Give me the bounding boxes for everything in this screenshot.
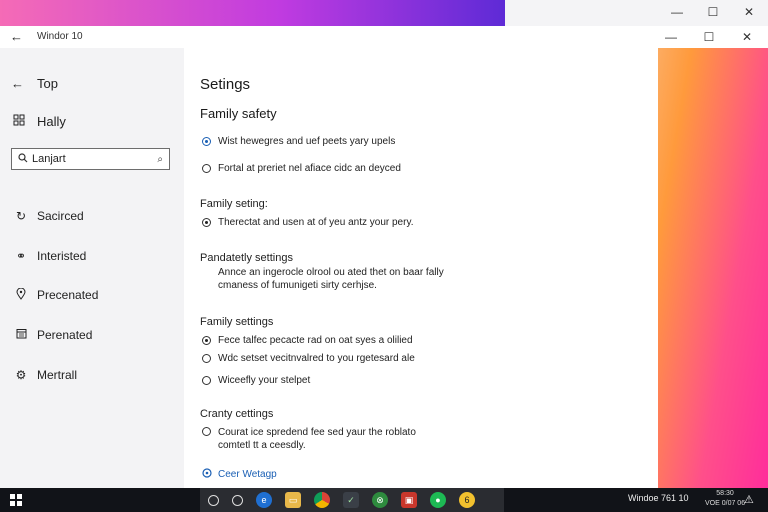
section-description: Annce an ingerocle olrool ou ated thet o… bbox=[218, 266, 444, 292]
location-icon bbox=[15, 287, 27, 303]
minimize-button[interactable]: — bbox=[662, 29, 680, 45]
help-link-label: Ceer Wetagp bbox=[218, 469, 277, 480]
radio-selected[interactable] bbox=[202, 137, 211, 146]
radio-label: Wist hewegres and uef peets yary upels bbox=[218, 136, 396, 147]
section-heading-family-settings: Family settings bbox=[200, 316, 274, 328]
radio-option[interactable]: Therectat and usen at of yeu antz your p… bbox=[202, 217, 413, 228]
radio-label: Fortal at preriet nel afiace cidc an dey… bbox=[218, 163, 401, 174]
gear-icon: ⚙ bbox=[15, 367, 27, 382]
calendar-icon bbox=[15, 328, 27, 342]
radio-option[interactable]: Wist hewegres and uef peets yary upels bbox=[202, 136, 395, 147]
sidebar-item-label: Interisted bbox=[37, 248, 87, 263]
link-icon: ⚭ bbox=[15, 248, 27, 263]
page-title: Setings bbox=[200, 76, 251, 93]
edge-browser-icon[interactable]: e bbox=[256, 492, 272, 508]
notification-icon[interactable]: ⚠ bbox=[744, 493, 754, 506]
radio-option[interactable]: Wdc setset vecitnvalred to you rgetesard… bbox=[202, 353, 415, 364]
sidebar-item-label: Sacirced bbox=[37, 208, 84, 223]
titlebar-back-icon[interactable]: ← bbox=[10, 29, 23, 44]
radio-option[interactable]: Fortal at preriet nel afiace cidc an dey… bbox=[202, 163, 401, 174]
help-icon bbox=[202, 468, 212, 481]
section-heading-pandatetly: Pandatetly settings bbox=[200, 252, 293, 264]
radio-unselected[interactable] bbox=[202, 427, 211, 436]
sidebar-item-precenated[interactable]: Precenated bbox=[15, 275, 98, 315]
task-view-icon[interactable] bbox=[232, 494, 243, 506]
window-title: Windor 10 bbox=[37, 31, 83, 42]
sidebar-item-label: Precenated bbox=[37, 288, 99, 303]
outer-maximize-button[interactable]: ☐ bbox=[704, 4, 722, 20]
radio-label-multiline: Courat ice spredend fee sed yaur the rob… bbox=[218, 426, 416, 452]
sidebar: ← Top Hally ⌕ ↻ Sacirced ⚭ Interisted bbox=[0, 48, 184, 488]
xbox-icon[interactable]: ⊗ bbox=[372, 492, 388, 508]
radio-option[interactable]: Wiceefly your stelpet bbox=[202, 375, 310, 386]
chrome-icon[interactable] bbox=[314, 492, 330, 508]
windows-logo-icon bbox=[10, 494, 15, 499]
windows-logo-icon bbox=[10, 501, 15, 506]
sidebar-item-mertrall[interactable]: ⚙ Mertrall bbox=[15, 355, 98, 395]
radio-selected[interactable] bbox=[202, 336, 211, 345]
app-icon[interactable]: 6 bbox=[459, 492, 475, 508]
windows-logo-icon bbox=[17, 501, 22, 506]
refresh-icon: ↻ bbox=[15, 208, 27, 223]
outer-minimize-button[interactable]: — bbox=[668, 4, 686, 20]
spotify-icon[interactable]: ● bbox=[430, 492, 446, 508]
window-titlebar: ← Windor 10 bbox=[0, 26, 768, 48]
settings-window: ← Windor 10 ← Top Hally ⌕ ↻ Sacirced bbox=[0, 26, 768, 488]
radio-label: Therectat and usen at of yeu antz your p… bbox=[218, 217, 414, 228]
sidebar-nav: ↻ Sacirced ⚭ Interisted Precenated Peren… bbox=[15, 196, 99, 395]
office-icon[interactable]: ▣ bbox=[401, 492, 417, 508]
sidebar-item-label: Mertrall bbox=[37, 367, 78, 382]
sidebar-item-perenated[interactable]: Perenated bbox=[15, 315, 98, 355]
description-line: cmaness of fumunigeti sirty cerhjse. bbox=[218, 280, 377, 291]
search-submit-icon[interactable]: ⌕ bbox=[157, 154, 163, 165]
window-controls: — ☐ ✕ bbox=[662, 29, 756, 45]
file-explorer-icon[interactable]: ▭ bbox=[285, 492, 301, 508]
back-label: Top bbox=[37, 76, 58, 91]
wallpaper-band bbox=[0, 0, 510, 26]
maximize-button[interactable]: ☐ bbox=[700, 29, 718, 45]
home-icon bbox=[13, 114, 25, 129]
section-heading-family-safety: Family safety bbox=[200, 106, 277, 121]
clock[interactable]: 58:30 VOE 0/07 06 bbox=[705, 489, 745, 509]
radio-unselected[interactable] bbox=[202, 164, 211, 173]
back-button[interactable]: ← Top bbox=[11, 76, 58, 91]
sidebar-item-interisted[interactable]: ⚭ Interisted bbox=[15, 236, 98, 276]
section-heading-cranty: Cranty cettings bbox=[200, 408, 274, 420]
home-button[interactable]: Hally bbox=[13, 114, 66, 129]
sidebar-item-sacirced[interactable]: ↻ Sacirced bbox=[15, 196, 98, 236]
radio-label: Courat ice spredend fee sed yaur the rob… bbox=[218, 427, 416, 438]
search-input[interactable] bbox=[32, 153, 158, 165]
radio-option[interactable]: Courat ice spredend fee sed yaur the rob… bbox=[202, 426, 416, 452]
clock-date: VOE 0/07 06 bbox=[705, 500, 746, 507]
home-label: Hally bbox=[37, 114, 66, 129]
back-arrow-icon: ← bbox=[11, 76, 24, 91]
clock-time: 58:30 bbox=[716, 490, 734, 497]
radio-unselected[interactable] bbox=[202, 376, 211, 385]
taskbar: e ▭ ✓ ⊗ ▣ ● 6 Windoe 761 10 58:30 VOE 0/… bbox=[0, 488, 768, 512]
windows-logo-icon bbox=[17, 494, 22, 499]
close-button[interactable]: ✕ bbox=[738, 29, 756, 45]
radio-selected[interactable] bbox=[202, 218, 211, 227]
radio-option[interactable]: Fece talfec pecacte rad on oat syes a ol… bbox=[202, 335, 413, 346]
search-icon bbox=[18, 152, 32, 166]
settings-content: Setings Family safety Wist hewegres and … bbox=[184, 48, 658, 488]
search-box[interactable]: ⌕ bbox=[11, 148, 170, 170]
sidebar-item-label: Perenated bbox=[37, 327, 93, 342]
radio-label: Wiceefly your stelpet bbox=[218, 375, 311, 386]
radio-label: comtetl tt a ceesdly. bbox=[218, 440, 306, 451]
store-icon[interactable]: ✓ bbox=[343, 492, 359, 508]
tray-label: Windoe 761 10 bbox=[628, 493, 689, 503]
radio-label: Wdc setset vecitnvalred to you rgetesard… bbox=[218, 353, 415, 364]
radio-unselected[interactable] bbox=[202, 354, 211, 363]
description-line: Annce an ingerocle olrool ou ated thet o… bbox=[218, 267, 444, 278]
help-link[interactable]: Ceer Wetagp bbox=[202, 468, 277, 481]
section-heading-family-seting: Family seting: bbox=[200, 198, 268, 210]
start-button[interactable] bbox=[10, 494, 22, 506]
taskbar-apps: e ▭ ✓ ⊗ ▣ ● 6 bbox=[200, 488, 504, 512]
search-circle-icon[interactable] bbox=[208, 494, 219, 506]
radio-label: Fece talfec pecacte rad on oat syes a ol… bbox=[218, 335, 413, 346]
outer-window-controls: — ☐ ✕ bbox=[668, 4, 758, 20]
outer-close-button[interactable]: ✕ bbox=[740, 4, 758, 20]
